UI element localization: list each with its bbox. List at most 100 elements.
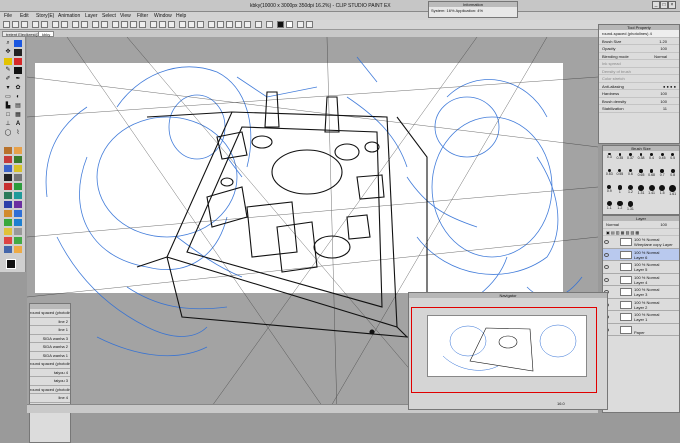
zoom-icon[interactable]: [235, 21, 242, 28]
layer-row[interactable]: Paper: [603, 324, 679, 336]
frame-tool-icon[interactable]: ▦: [14, 112, 22, 119]
sub-tool-item[interactable]: line 1: [30, 326, 70, 335]
save-icon[interactable]: [21, 21, 28, 28]
balloon-tool-icon[interactable]: ◯: [4, 130, 12, 137]
brush-size-option[interactable]: 0.45: [657, 152, 668, 168]
property-row-brush-size[interactable]: Brush Size 1.20: [599, 38, 679, 45]
settings-icon[interactable]: [255, 21, 262, 28]
help-icon[interactable]: [244, 21, 251, 28]
brush-size-option[interactable]: 0.4: [646, 152, 657, 168]
layer-tools-icon[interactable]: ▣ ▤ ▥ ▦ ▧ ▨ ▩: [606, 230, 639, 235]
operation-tool-icon[interactable]: [14, 40, 22, 47]
brush-tool-icon[interactable]: ✒: [14, 76, 22, 83]
open-icon[interactable]: [12, 21, 19, 28]
property-value[interactable]: 100: [660, 90, 667, 97]
property-row-blending-mode[interactable]: Blending mode Normal: [599, 53, 679, 60]
palette-color-icon[interactable]: [14, 156, 22, 163]
menu-help[interactable]: Help: [176, 13, 186, 19]
sub-tool-item[interactable]: SIDA wanha 1: [30, 352, 70, 360]
blending-mode-select[interactable]: Normal: [654, 53, 667, 60]
brush-size-option[interactable]: 1.61: [667, 184, 678, 200]
palette-color-icon[interactable]: [14, 246, 22, 253]
palette-color-icon[interactable]: [14, 174, 22, 181]
eye-icon[interactable]: [604, 240, 609, 244]
new-icon[interactable]: [3, 21, 10, 28]
layer-row[interactable]: 100 % Normal Layer 1: [603, 311, 679, 324]
sub-tool-item[interactable]: round spaced (photolin: [30, 386, 70, 394]
brush-size-option[interactable]: 0.38: [636, 152, 647, 168]
anti-aliasing-dots-icon[interactable]: ● ● ● ●: [663, 83, 676, 90]
layer-opacity[interactable]: 100: [660, 221, 667, 228]
move-tool-icon[interactable]: ✥: [4, 49, 12, 56]
navigator-preview[interactable]: [427, 315, 587, 377]
invert-selection-icon[interactable]: [112, 21, 119, 28]
property-row-brush-density[interactable]: Brush density 100: [599, 98, 679, 105]
airbrush-tool-icon[interactable]: ▾: [4, 85, 12, 92]
deselect-icon[interactable]: [101, 21, 108, 28]
palette-color-icon[interactable]: [14, 237, 22, 244]
menu-window[interactable]: Window: [154, 13, 172, 19]
snap-icon[interactable]: [121, 21, 128, 28]
ruler-snap-icon[interactable]: [130, 21, 137, 28]
palette-color-icon[interactable]: [14, 219, 22, 226]
brush-size-option[interactable]: 0.53: [604, 168, 615, 184]
menu-file[interactable]: File: [4, 13, 12, 19]
clear-icon[interactable]: [52, 21, 59, 28]
eraser-tool-icon[interactable]: ▭: [4, 94, 12, 101]
brush-size-option[interactable]: 1.2: [615, 200, 626, 216]
brush-size-option[interactable]: 0.9: [604, 184, 615, 200]
palette-color-icon[interactable]: [4, 156, 12, 163]
navigator-zoom[interactable]: 16.0: [557, 401, 565, 406]
property-row-anti-aliasing[interactable]: Anti-aliasing ● ● ● ●: [599, 83, 679, 90]
sub-tool-item[interactable]: SIDA wanha 2: [30, 343, 70, 352]
layer-row[interactable]: 100 % Normal Wireplane copy Layer: [603, 236, 679, 249]
sub-color-icon[interactable]: [286, 21, 293, 28]
ruler-tool-icon[interactable]: ⊥: [4, 121, 12, 128]
grid-icon[interactable]: [297, 21, 304, 28]
brush-size-option[interactable]: 0.7: [657, 168, 668, 184]
property-value[interactable]: 1.20: [659, 38, 667, 45]
sub-tool-item[interactable]: SIDA wanha 3: [30, 335, 70, 343]
palette-color-icon[interactable]: [4, 174, 12, 181]
transform-icon[interactable]: [61, 21, 68, 28]
pattern-icon[interactable]: [208, 21, 215, 28]
lasso-tool-icon[interactable]: [14, 49, 22, 56]
maximize-button[interactable]: □: [660, 1, 668, 9]
sub-tool-item[interactable]: round spaced (photolin: [30, 309, 70, 318]
brush-size-option[interactable]: 0.55: [615, 168, 626, 184]
redo-icon[interactable]: [41, 21, 48, 28]
brush-size-option[interactable]: 0.65: [636, 168, 647, 184]
warning-icon[interactable]: [217, 21, 224, 28]
rotate-icon[interactable]: [266, 21, 273, 28]
undo-icon[interactable]: [32, 21, 39, 28]
brush-size-option[interactable]: 0.68: [646, 168, 657, 184]
palette-color-icon[interactable]: [14, 192, 22, 199]
menu-view[interactable]: View: [120, 13, 131, 19]
eraser-icon[interactable]: [179, 21, 186, 28]
brush-size-option[interactable]: 0.8: [667, 168, 678, 184]
selection-tool-icon[interactable]: [4, 58, 12, 65]
palette-color-icon[interactable]: [14, 147, 22, 154]
menu-animation[interactable]: Animation: [58, 13, 80, 19]
gear-icon[interactable]: [226, 21, 233, 28]
sub-tool-item[interactable]: line 2: [30, 318, 70, 326]
palette-color-icon[interactable]: [4, 165, 12, 172]
brush-size-option[interactable]: 1.31: [636, 184, 647, 200]
figure-tool-icon[interactable]: □: [4, 112, 12, 119]
pen-tool-icon[interactable]: [14, 67, 22, 74]
select-all-icon[interactable]: [92, 21, 99, 28]
crop-icon[interactable]: [81, 21, 88, 28]
brush-icon[interactable]: [159, 21, 166, 28]
menu-layer[interactable]: Layer: [85, 13, 98, 19]
palette-color-icon[interactable]: [4, 237, 12, 244]
palette-color-icon[interactable]: [4, 219, 12, 226]
crosshair-icon[interactable]: [306, 21, 313, 28]
minimize-button[interactable]: _: [652, 1, 660, 9]
eye-icon[interactable]: [604, 277, 609, 282]
zoom-tool-icon[interactable]: ⌕: [4, 40, 12, 47]
layer-blend-mode[interactable]: Normal: [606, 222, 619, 227]
eye-icon[interactable]: [604, 252, 609, 257]
palette-color-icon[interactable]: [4, 147, 12, 154]
perspective-icon[interactable]: [150, 21, 157, 28]
brush-size-option[interactable]: 1.1: [604, 200, 615, 216]
